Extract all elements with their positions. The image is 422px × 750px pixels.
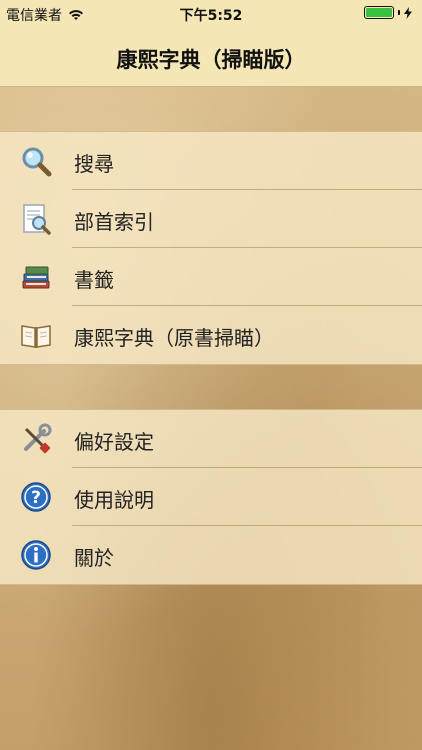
battery-tip bbox=[398, 10, 400, 15]
menu-group-settings: 偏好設定 ? 使用說明 關於 bbox=[0, 409, 422, 585]
menu-item-label: 關於 bbox=[74, 546, 114, 570]
menu-item-preferences[interactable]: 偏好設定 bbox=[0, 410, 422, 468]
books-icon bbox=[22, 266, 50, 289]
help-icon: ? bbox=[21, 482, 51, 512]
magnifier-icon bbox=[22, 147, 52, 177]
menu-item-label: 偏好設定 bbox=[74, 430, 154, 454]
menu-item-search[interactable]: 搜尋 bbox=[0, 132, 422, 190]
info-icon bbox=[21, 540, 51, 570]
menu-item-radical-index[interactable]: 部首索引 bbox=[0, 190, 422, 248]
menu-group-main: 搜尋 部首索引 書籤 康熙字典（原書掃瞄） bbox=[0, 131, 422, 365]
menu-item-about[interactable]: 關於 bbox=[0, 526, 422, 584]
charging-bolt-icon bbox=[404, 6, 412, 19]
menu-item-original-scan[interactable]: 康熙字典（原書掃瞄） bbox=[0, 306, 422, 364]
menu-item-label: 搜尋 bbox=[74, 152, 114, 176]
index-document-icon bbox=[23, 204, 51, 235]
menu-item-label: 書籤 bbox=[74, 268, 114, 292]
navigation-bar: 康熙字典（掃瞄版） bbox=[0, 28, 422, 87]
parchment-background bbox=[0, 0, 422, 750]
menu-item-label: 康熙字典（原書掃瞄） bbox=[74, 326, 274, 350]
battery-fill bbox=[366, 8, 392, 17]
menu-item-bookmarks[interactable]: 書籤 bbox=[0, 248, 422, 306]
status-bar: 電信業者 下午5:52 bbox=[0, 0, 422, 28]
menu-item-help[interactable]: ? 使用說明 bbox=[0, 468, 422, 526]
menu-item-label: 部首索引 bbox=[74, 210, 154, 234]
status-time: 下午5:52 bbox=[179, 8, 243, 24]
page-title: 康熙字典（掃瞄版） bbox=[116, 48, 306, 72]
battery-icon bbox=[364, 6, 394, 19]
tools-icon bbox=[24, 423, 52, 454]
svg-text:?: ? bbox=[31, 488, 41, 508]
status-right bbox=[364, 6, 412, 19]
menu-item-label: 使用說明 bbox=[74, 488, 154, 512]
open-book-icon bbox=[21, 325, 51, 348]
